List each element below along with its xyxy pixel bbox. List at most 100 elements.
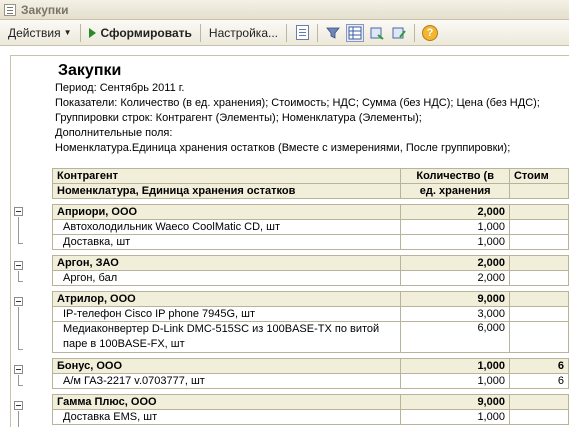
item-row[interactable]: Аргон, бал 2,000 xyxy=(51,270,569,286)
tree-line xyxy=(18,307,19,350)
item-row[interactable]: Автохолодильник Waeco CoolMatic CD, шт 1… xyxy=(51,219,569,235)
item-name: Доставка, шт xyxy=(51,234,402,250)
item-qty: 2,000 xyxy=(400,270,510,286)
tree-line xyxy=(18,281,23,282)
item-name: Медиаконвертер D-Link DMC-515SC из 100BA… xyxy=(51,321,402,353)
column-header-cost: Стоим xyxy=(508,168,569,184)
group-name: Гамма Плюс, ООО xyxy=(51,394,402,410)
table-icon xyxy=(348,26,362,39)
item-qty: 1,000 xyxy=(400,373,510,389)
item-qty: 3,000 xyxy=(400,306,510,322)
save-settings-button[interactable] xyxy=(368,24,386,42)
item-row[interactable]: А/м ГАЗ-2217 v.0703777, шт 1,000 6 xyxy=(51,373,569,389)
report-header-button[interactable] xyxy=(293,24,311,42)
item-qty: 1,000 xyxy=(400,234,510,250)
toolbar-separator xyxy=(199,23,201,42)
group-cost: 6 xyxy=(508,358,569,374)
tree-line xyxy=(18,243,23,244)
item-name: А/м ГАЗ-2217 v.0703777, шт xyxy=(51,373,402,389)
group-qty: 2,000 xyxy=(400,204,510,220)
table-header-row: Контрагент Количество (в Стоим xyxy=(51,168,569,184)
item-name: IP-телефон Cisco IP phone 7945G, шт xyxy=(51,306,402,322)
item-qty: 1,000 xyxy=(400,409,510,425)
column-header-counterparty: Контрагент xyxy=(51,168,402,184)
item-cost xyxy=(508,234,569,250)
group-cost xyxy=(508,204,569,220)
group-name: Аргон, ЗАО xyxy=(51,255,402,271)
chevron-down-icon: ▼ xyxy=(63,28,72,37)
group-row[interactable]: Гамма Плюс, ООО 9,000 xyxy=(51,394,569,410)
item-name: Автохолодильник Waeco CoolMatic CD, шт xyxy=(51,219,402,235)
item-cost xyxy=(508,306,569,322)
column-header-cost-cont xyxy=(508,183,569,199)
report-indicators: Показатели: Количество (в ед. хранения);… xyxy=(55,97,540,109)
group-row[interactable]: Аргон, ЗАО 2,000 xyxy=(51,255,569,271)
item-cost xyxy=(508,270,569,286)
sheet-left-border xyxy=(10,55,11,427)
group-row[interactable]: Бонус, ООО 1,000 6 xyxy=(51,358,569,374)
item-row[interactable]: IP-телефон Cisco IP phone 7945G, шт 3,00… xyxy=(51,306,569,322)
report-window-icon xyxy=(4,3,16,16)
toolbar-separator xyxy=(414,23,415,42)
actions-menu-button[interactable]: Действия ▼ xyxy=(4,22,76,44)
item-qty: 1,000 xyxy=(400,219,510,235)
tree-line xyxy=(18,385,23,386)
tree-line xyxy=(18,349,23,350)
report-nomenclature-unit: Номенклатура.Единица хранения остатков (… xyxy=(55,142,511,154)
report-sheet: Закупки Период: Сентябрь 2011 г. Показат… xyxy=(0,47,569,427)
group-name: Бонус, ООО xyxy=(51,358,402,374)
item-qty: 6,000 xyxy=(400,321,510,353)
group-qty: 9,000 xyxy=(400,291,510,307)
item-name: Аргон, бал xyxy=(51,270,402,286)
group-row[interactable]: Априори, ООО 2,000 xyxy=(51,204,569,220)
filter-button[interactable] xyxy=(324,24,342,42)
sheet-top-border xyxy=(10,55,569,56)
table-header-row: Номенклатура, Единица хранения остатков … xyxy=(51,183,569,199)
item-name: Доставка EMS, шт xyxy=(51,409,402,425)
actions-label: Действия xyxy=(8,25,61,40)
collapse-group-icon[interactable] xyxy=(14,207,23,216)
report-header-icon xyxy=(295,25,309,40)
collapse-group-icon[interactable] xyxy=(14,261,23,270)
report-table: Контрагент Количество (в Стоим Номенклат… xyxy=(51,168,569,425)
toolbar-separator xyxy=(317,23,318,42)
toolbar: Действия ▼ Сформировать Настройка... ? xyxy=(0,20,569,46)
group-qty: 2,000 xyxy=(400,255,510,271)
column-header-quantity-unit: ед. хранения xyxy=(400,183,510,199)
group-qty: 9,000 xyxy=(400,394,510,410)
settings-button[interactable]: Настройка... xyxy=(205,22,282,44)
item-cost xyxy=(508,219,569,235)
generate-label: Сформировать xyxy=(100,25,192,40)
collapse-group-icon[interactable] xyxy=(14,401,23,410)
settings-label: Настройка... xyxy=(208,25,278,40)
group-cost xyxy=(508,394,569,410)
restore-settings-button[interactable] xyxy=(390,24,408,42)
group-name: Априори, ООО xyxy=(51,204,402,220)
item-cost: 6 xyxy=(508,373,569,389)
collapse-group-icon[interactable] xyxy=(14,297,23,306)
group-row[interactable]: Атрилор, ООО 9,000 xyxy=(51,291,569,307)
item-row[interactable]: Доставка, шт 1,000 xyxy=(51,234,569,250)
report-grouping: Группировки строк: Контрагент (Элементы)… xyxy=(55,112,422,124)
item-cost xyxy=(508,409,569,425)
report-extra-fields: Дополнительные поля: xyxy=(55,127,173,139)
table-view-button[interactable] xyxy=(346,23,364,42)
column-header-nomenclature: Номенклатура, Единица хранения остатков xyxy=(51,183,402,199)
item-row[interactable]: Медиаконвертер D-Link DMC-515SC из 100BA… xyxy=(51,321,569,353)
item-row[interactable]: Доставка EMS, шт 1,000 xyxy=(51,409,569,425)
help-button[interactable]: ? xyxy=(421,24,439,42)
group-cost xyxy=(508,255,569,271)
restore-settings-icon xyxy=(392,27,406,38)
filter-icon xyxy=(326,27,340,39)
help-icon: ? xyxy=(422,24,438,41)
play-icon xyxy=(88,27,96,38)
save-settings-icon xyxy=(370,27,384,40)
toolbar-separator xyxy=(79,23,81,42)
report-title: Закупки xyxy=(58,62,122,79)
group-name: Атрилор, ООО xyxy=(51,291,402,307)
group-cost xyxy=(508,291,569,307)
collapse-group-icon[interactable] xyxy=(14,365,23,374)
tree-line xyxy=(18,217,19,244)
generate-button[interactable]: Сформировать xyxy=(85,22,196,44)
toolbar-separator xyxy=(286,23,287,42)
